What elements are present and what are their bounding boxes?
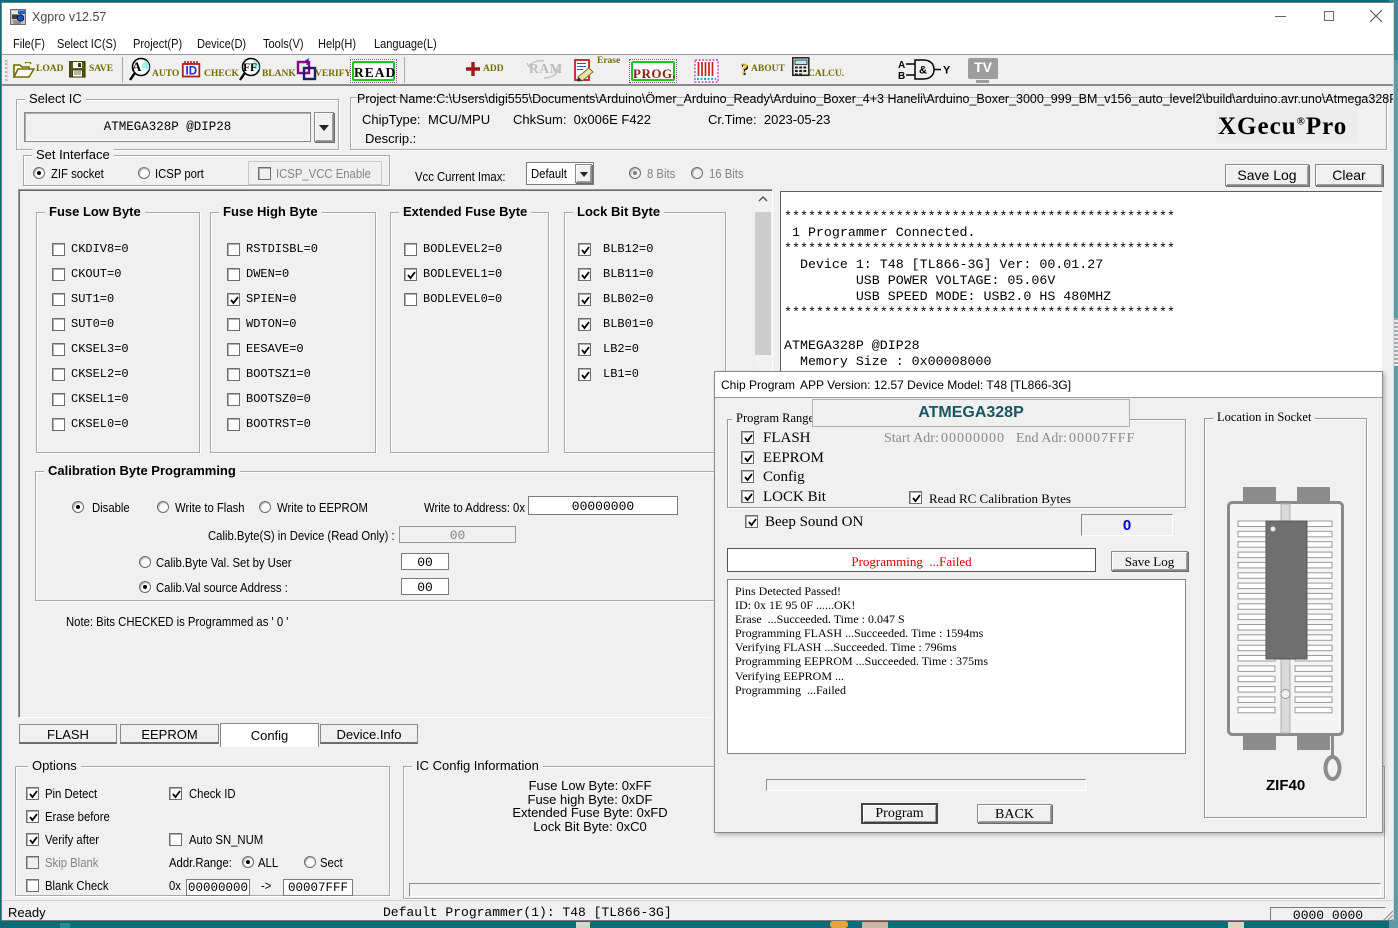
- svg-text:A: A: [898, 60, 905, 71]
- svg-text:Y: Y: [943, 65, 951, 77]
- svg-text:A: A: [132, 59, 142, 74]
- svg-text:FF: FF: [243, 62, 257, 74]
- svg-text:B: B: [898, 71, 905, 82]
- svg-text:&: &: [919, 65, 927, 77]
- svg-text:ID: ID: [186, 66, 198, 78]
